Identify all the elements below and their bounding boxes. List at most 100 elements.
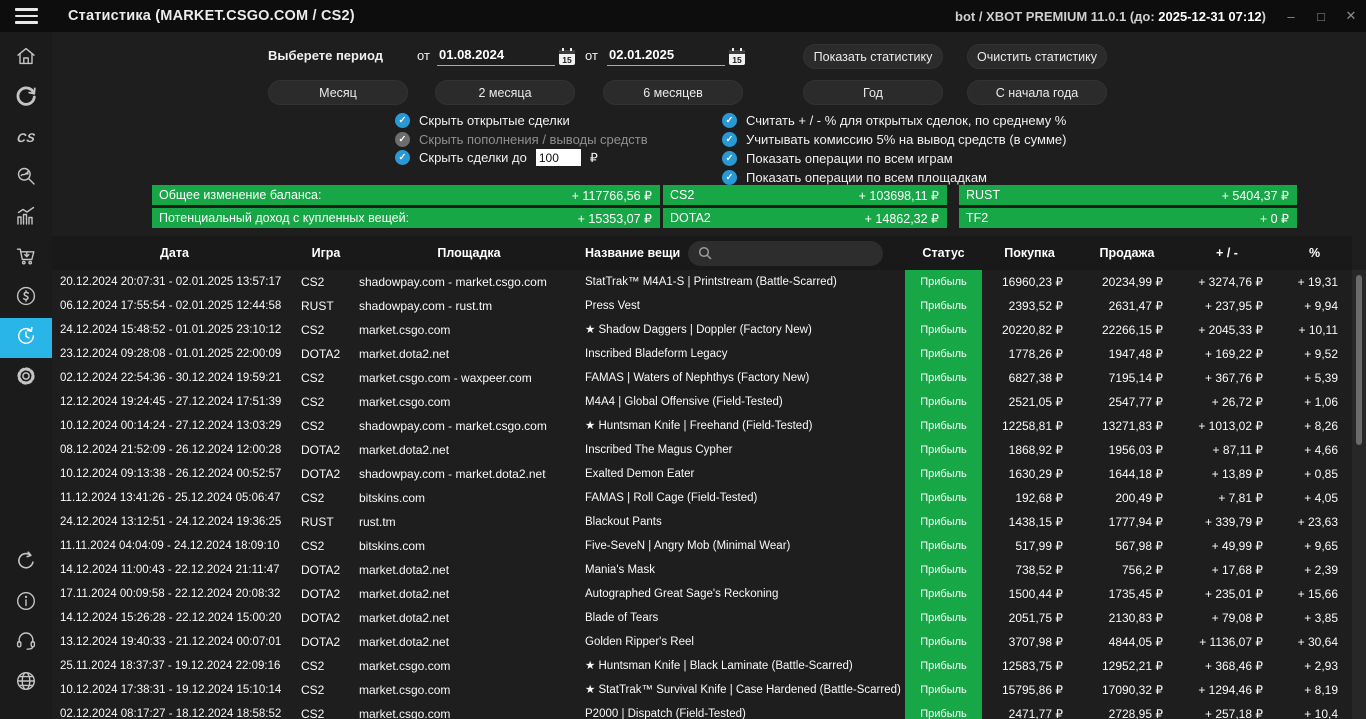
show-stats-button[interactable]: Показать статистику <box>803 44 943 69</box>
count-percent-open-deals-checkbox[interactable]: Считать + / - % для открытых сделок, по … <box>722 112 1066 129</box>
table-row[interactable]: 08.12.2024 21:52:09 - 26.12.2024 12:00:2… <box>52 438 1352 462</box>
table-row[interactable]: 10.12.2024 00:14:24 - 27.12.2024 13:03:2… <box>52 414 1352 438</box>
table-row[interactable]: 10.12.2024 09:13:38 - 26.12.2024 00:52:5… <box>52 462 1352 486</box>
history-icon <box>14 324 38 353</box>
row-buy-price: 12583,75 ₽ <box>982 654 1077 678</box>
scrollbar-thumb[interactable] <box>1356 275 1362 445</box>
calendar-icon[interactable]: 15 <box>559 50 575 65</box>
table-row[interactable]: 24.12.2024 13:12:51 - 24.12.2024 19:36:2… <box>52 510 1352 534</box>
period-2months-button[interactable]: 2 месяца <box>435 80 575 105</box>
table-row[interactable]: 24.12.2024 15:48:52 - 01.01.2025 23:10:1… <box>52 318 1352 342</box>
row-sell-price: 22266,15 ₽ <box>1077 318 1177 342</box>
hide-deals-under-checkbox[interactable]: Скрыть сделки до ₽ <box>395 149 598 166</box>
column-header-date[interactable]: Дата <box>52 246 297 260</box>
column-header-buy[interactable]: Покупка <box>982 246 1077 260</box>
row-percent: + 9,94 <box>1277 294 1352 318</box>
table-row[interactable]: 14.12.2024 11:00:43 - 22.12.2024 21:11:4… <box>52 558 1352 582</box>
table-row[interactable]: 02.12.2024 08:17:27 - 18.12.2024 18:58:5… <box>52 702 1352 719</box>
table-row[interactable]: 02.12.2024 22:54:36 - 30.12.2024 19:59:2… <box>52 366 1352 390</box>
minimize-button[interactable]: – <box>1276 0 1306 32</box>
table-row[interactable]: 06.12.2024 17:55:54 - 02.01.2025 12:44:5… <box>52 294 1352 318</box>
all-games-checkbox[interactable]: Показать операции по всем играм <box>722 150 953 167</box>
min-amount-input[interactable] <box>536 149 581 166</box>
hide-open-deals-checkbox[interactable]: Скрыть открытые сделки <box>395 112 570 129</box>
cart-icon <box>14 244 38 273</box>
row-item-name: Blade of Tears <box>583 606 905 630</box>
sidebar-item-history[interactable] <box>0 318 52 358</box>
row-sell-price: 567,98 ₽ <box>1077 534 1177 558</box>
sidebar-top-group: CS <box>0 38 52 398</box>
column-header-sell[interactable]: Продажа <box>1077 246 1177 260</box>
menu-icon[interactable] <box>0 0 52 32</box>
period-6months-button[interactable]: 6 месяцев <box>603 80 743 105</box>
table-row[interactable]: 25.11.2024 18:37:37 - 19.12.2024 22:09:1… <box>52 654 1352 678</box>
column-header-game[interactable]: Игра <box>297 246 355 260</box>
calendar-icon[interactable]: 15 <box>729 50 745 65</box>
item-column-label[interactable]: Название вещи <box>585 246 680 260</box>
row-percent: + 23,63 <box>1277 510 1352 534</box>
item-search-input[interactable] <box>718 246 873 260</box>
row-game: CS2 <box>297 414 355 438</box>
row-platform: shadowpay.com - rust.tm <box>355 294 583 318</box>
row-date: 02.12.2024 08:17:27 - 18.12.2024 18:58:5… <box>52 702 297 719</box>
column-header-delta[interactable]: + / - <box>1177 246 1277 260</box>
commission-checkbox[interactable]: Учитывать комиссию 5% на вывод средств (… <box>722 131 1066 148</box>
column-header-status[interactable]: Статус <box>905 246 982 260</box>
sidebar-item-finance[interactable] <box>0 278 52 318</box>
sidebar-item-home[interactable] <box>0 38 52 78</box>
date-from-input[interactable] <box>437 47 555 66</box>
sidebar-item-info[interactable] <box>0 583 52 623</box>
table-row[interactable]: 11.12.2024 13:41:26 - 25.12.2024 05:06:4… <box>52 486 1352 510</box>
table-row[interactable]: 11.11.2024 04:04:09 - 24.12.2024 18:09:1… <box>52 534 1352 558</box>
row-platform: shadowpay.com - market.csgo.com <box>355 270 583 294</box>
summary-row: Общее изменение баланса: + 117766,56 ₽ <box>152 185 660 205</box>
maximize-button[interactable]: □ <box>1306 0 1336 32</box>
clear-stats-button[interactable]: Очистить статистику <box>967 44 1107 69</box>
checkbox-label: Скрыть пополнения / выводы средств <box>419 132 648 147</box>
checkbox-label: Показать операции по всем играм <box>746 151 953 166</box>
table-row[interactable]: 10.12.2024 17:38:31 - 19.12.2024 15:10:1… <box>52 678 1352 702</box>
row-delta: + 339,79 ₽ <box>1177 510 1277 534</box>
scrollbar[interactable] <box>1352 270 1366 719</box>
row-sell-price: 2547,77 ₽ <box>1077 390 1177 414</box>
row-buy-price: 2521,05 ₽ <box>982 390 1077 414</box>
column-header-platform[interactable]: Площадка <box>355 246 583 260</box>
bot-license-suffix: ) <box>1262 9 1266 24</box>
row-item-name: ★ StatTrak™ Survival Knife | Case Harden… <box>583 678 905 702</box>
app-logo-icon <box>14 84 38 113</box>
row-item-name: Golden Ripper's Reel <box>583 630 905 654</box>
sidebar-item-support[interactable] <box>0 623 52 663</box>
table-row[interactable]: 23.12.2024 09:28:08 - 01.01.2025 22:00:0… <box>52 342 1352 366</box>
sidebar-item-language[interactable] <box>0 663 52 703</box>
row-platform: market.csgo.com <box>355 318 583 342</box>
hide-deposits-checkbox[interactable]: Скрыть пополнения / выводы средств <box>395 131 648 148</box>
table-row[interactable]: 13.12.2024 19:40:33 - 21.12.2024 00:07:0… <box>52 630 1352 654</box>
sidebar-item-market-search[interactable] <box>0 158 52 198</box>
row-buy-price: 1778,26 ₽ <box>982 342 1077 366</box>
sidebar-item-statistics[interactable] <box>0 198 52 238</box>
row-platform: market.dota2.net <box>355 606 583 630</box>
sidebar-item-app-logo[interactable] <box>0 78 52 118</box>
date-to-input[interactable] <box>607 47 725 66</box>
sidebar-item-refresh[interactable] <box>0 543 52 583</box>
sidebar-bottom-group <box>0 543 52 703</box>
table-row[interactable]: 14.12.2024 15:26:28 - 22.12.2024 15:00:2… <box>52 606 1352 630</box>
period-year-button[interactable]: Год <box>803 80 943 105</box>
item-search[interactable] <box>688 241 883 266</box>
table-row[interactable]: 12.12.2024 19:24:45 - 27.12.2024 17:51:3… <box>52 390 1352 414</box>
all-platforms-checkbox[interactable]: Показать операции по всем площадкам <box>722 169 987 186</box>
row-delta: + 79,08 ₽ <box>1177 606 1277 630</box>
sidebar-item-cart[interactable] <box>0 238 52 278</box>
period-ytd-button[interactable]: С начала года <box>967 80 1107 105</box>
close-button[interactable]: ✕ <box>1336 0 1366 32</box>
table-row[interactable]: 20.12.2024 20:07:31 - 02.01.2025 13:57:1… <box>52 270 1352 294</box>
column-header-percent[interactable]: % <box>1277 246 1352 260</box>
row-percent: + 4,05 <box>1277 486 1352 510</box>
row-platform: market.dota2.net <box>355 630 583 654</box>
sidebar-item-cs2[interactable]: CS <box>0 118 52 158</box>
sidebar-item-settings[interactable] <box>0 358 52 398</box>
row-platform: market.csgo.com <box>355 390 583 414</box>
period-month-button[interactable]: Месяц <box>268 80 408 105</box>
summary-value: + 117766,56 ₽ <box>572 188 652 203</box>
table-row[interactable]: 17.11.2024 00:09:58 - 22.12.2024 20:08:3… <box>52 582 1352 606</box>
